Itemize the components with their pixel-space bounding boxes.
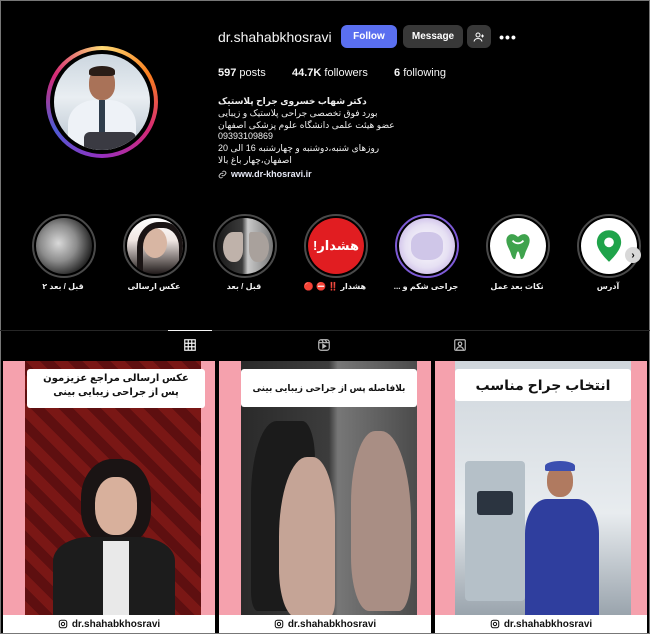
post-title: بلافاصله پس از جراحی زیبایی بینی [241, 369, 417, 407]
bio-line: اصفهان،چهار باغ بالا [218, 154, 292, 165]
highlight-sent-photos[interactable] [123, 214, 187, 278]
follow-button[interactable]: Follow [341, 25, 397, 48]
post-tile[interactable]: بلافاصله پس از جراحی زیبایی بینی dr.shah… [219, 361, 431, 633]
highlight-address[interactable] [577, 214, 641, 278]
tagged-tab[interactable] [452, 337, 468, 353]
website-link[interactable]: www.dr-khosravi.ir [218, 169, 312, 179]
photo-highlight-icon [399, 218, 455, 274]
instagram-icon [490, 619, 500, 629]
instagram-icon [58, 619, 68, 629]
photo-highlight-icon [36, 218, 92, 274]
more-options-button[interactable]: ••• [497, 25, 519, 48]
tabs-divider [0, 330, 650, 331]
following-label: following [403, 67, 446, 79]
highlight-warning[interactable]: هشدار! [304, 214, 368, 278]
bio-name: دکتر شهاب خسروی جراح پلاستیک [218, 96, 367, 106]
warning-highlight-text: هشدار! [312, 238, 360, 253]
tooth-icon [490, 218, 546, 274]
profile-username: dr.shahabkhosravi [218, 29, 332, 45]
tagged-icon [454, 339, 466, 351]
highlight-label: آدرس [596, 282, 620, 291]
bio-line: 09393109869 [218, 131, 274, 142]
warning-highlight-icon: هشدار! [308, 218, 364, 274]
add-user-button[interactable] [467, 25, 491, 48]
post-handle: dr.shahabkhosravi [287, 618, 377, 630]
highlight-before-after-2[interactable] [32, 214, 96, 278]
followers-label: followers [324, 67, 368, 79]
add-user-icon [473, 32, 484, 42]
posts-count: 597 [218, 67, 237, 79]
followers-count: 44.7K [292, 67, 322, 79]
following-count: 6 [394, 67, 401, 79]
bio-line: روزهای شنبه،دوشنبه و چهارشنبه 16 الی 20 [218, 143, 380, 154]
highlight-before-after[interactable] [213, 214, 277, 278]
photo-highlight-icon [217, 218, 273, 274]
grid-icon [184, 339, 196, 351]
posts-grid-tab[interactable] [182, 337, 198, 353]
highlight-post-op-tips[interactable] [486, 214, 550, 278]
post-handle-bar: dr.shahabkhosravi [435, 615, 647, 633]
post-handle: dr.shahabkhosravi [71, 618, 161, 630]
post-title: انتخاب جراح مناسب [455, 369, 631, 401]
message-button[interactable]: Message [403, 25, 463, 48]
active-tab-indicator [168, 330, 212, 331]
highlight-abdominal-surgery[interactable] [395, 214, 459, 278]
profile-bio: دکتر شهاب خسروی جراح پلاستیک بورد فوق تخ… [218, 96, 468, 167]
highlight-label: نکات بعد عمل [490, 282, 544, 291]
followers-stat[interactable]: 44.7K followers [292, 67, 368, 79]
highlight-label: هشدار ‼️ ⛔️ 🔴 [303, 282, 367, 291]
location-pin-icon [581, 218, 637, 274]
photo-highlight-icon [127, 218, 183, 274]
highlight-label: قبل / بعد ۲ [42, 282, 84, 291]
post-handle: dr.shahabkhosravi [503, 618, 593, 630]
following-stat[interactable]: 6 following [394, 67, 446, 79]
highlight-label: جراحی شکم و ... [393, 282, 459, 291]
bio-line: بورد فوق تخصصی جراحی پلاستیک و زیبایی [218, 107, 378, 118]
highlight-label: قبل / بعد [226, 282, 262, 291]
post-handle-bar: dr.shahabkhosravi [3, 615, 215, 633]
post-tile[interactable]: عکس ارسالی مراجع عزیزمون پس از جراحی زیب… [3, 361, 215, 633]
reels-icon [318, 339, 330, 351]
highlight-label: عکس ارسالی [127, 282, 181, 291]
post-title-line: پس از جراحی زیبایی بینی [53, 387, 179, 398]
link-icon [218, 170, 227, 178]
instagram-icon [274, 619, 284, 629]
posts-label: posts [239, 67, 266, 79]
profile-avatar[interactable] [54, 54, 150, 150]
bio-line: عضو هیئت علمی دانشگاه علوم پزشکی اصفهان [218, 119, 395, 130]
post-handle-bar: dr.shahabkhosravi [219, 615, 431, 633]
chevron-right-icon[interactable]: › [625, 247, 641, 263]
post-title: عکس ارسالی مراجع عزیزمون پس از جراحی زیب… [27, 369, 205, 408]
reels-tab[interactable] [316, 337, 332, 353]
post-tile[interactable]: انتخاب جراح مناسب dr.shahabkhosravi [435, 361, 647, 633]
website-text: www.dr-khosravi.ir [231, 169, 312, 179]
posts-stat: 597 posts [218, 67, 266, 79]
post-title-line: عکس ارسالی مراجع عزیزمون [43, 373, 189, 384]
